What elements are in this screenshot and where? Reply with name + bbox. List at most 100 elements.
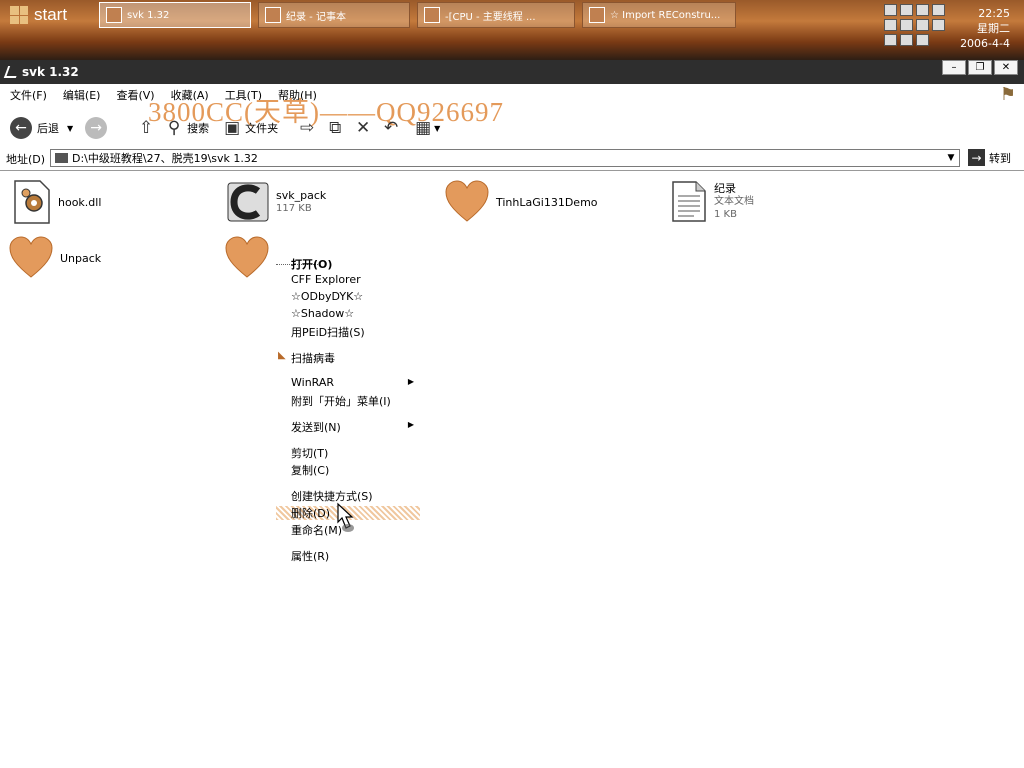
tray-globe-icon[interactable] <box>900 34 913 46</box>
tray-app-icon[interactable] <box>916 19 929 31</box>
file-name: svk_pack <box>276 189 327 202</box>
explorer-window-icon <box>106 7 122 23</box>
menu-copy[interactable]: 复制(C) <box>291 462 329 478</box>
tray-clock-icon[interactable] <box>916 34 929 46</box>
tray-speaker-icon[interactable] <box>932 4 945 16</box>
menu-peid-scan[interactable]: 用PEiD扫描(S) <box>291 324 365 340</box>
move-to-icon: ⇨ <box>300 118 315 138</box>
menu-cut[interactable]: 剪切(T) <box>291 445 328 461</box>
forward-arrow-icon: → <box>85 117 108 139</box>
undo-button[interactable]: ↶ <box>380 117 402 139</box>
delete-x-icon: ✕ <box>356 118 371 138</box>
taskbar-item-svk[interactable]: svk 1.32 <box>99 2 251 28</box>
clock-date: 2006-4-4 <box>960 37 1010 50</box>
tray-monitor-icon[interactable] <box>916 4 929 16</box>
file-item-tinhlagi[interactable]: TinhLaGi131Demo <box>444 179 598 225</box>
submenu-arrow-icon: ▶ <box>407 420 414 429</box>
go-button[interactable]: → 转到 <box>968 149 1011 166</box>
views-button[interactable]: ▦ ▼ <box>412 117 440 139</box>
system-tray: 22:25 星期二 2006-4-4 <box>884 0 1024 60</box>
menu-delete[interactable]: 删除(D) <box>291 505 330 521</box>
hand-cursor-icon <box>337 502 354 532</box>
menu-shadow[interactable]: ☆Shadow☆ <box>291 307 354 320</box>
chevron-down-icon: ▼ <box>434 123 441 133</box>
heart-icon <box>445 180 489 222</box>
start-label: start <box>34 5 68 24</box>
folders-icon: ▣ <box>224 118 241 138</box>
start-button[interactable]: start <box>0 0 92 30</box>
text-document-icon <box>672 181 706 222</box>
menu-scan-virus[interactable]: 扫描病毒 <box>291 350 335 366</box>
menu-odbydyk[interactable]: ☆ODbyDYK☆ <box>291 290 363 303</box>
go-label: 转到 <box>989 151 1011 165</box>
taskbar-item-notepad[interactable]: 纪录 - 记事本 <box>258 2 410 28</box>
tray-icons <box>884 4 946 46</box>
clock[interactable]: 22:25 星期二 2006-4-4 <box>960 6 1010 51</box>
menu-properties[interactable]: 属性(R) <box>291 548 329 564</box>
window-controls: – ❐ ✕ <box>942 60 1018 75</box>
menu-send-to[interactable]: 发送到(N) <box>291 419 341 435</box>
move-to-button[interactable]: ⇨ <box>296 117 318 139</box>
forward-button[interactable]: → <box>85 117 108 139</box>
file-item-notes[interactable]: 纪录 文本文档 1 KB <box>670 179 754 223</box>
file-size: 1 KB <box>714 208 737 220</box>
delete-button[interactable]: ✕ <box>352 117 374 139</box>
file-item-hook-dll[interactable]: hook.dll <box>12 179 101 225</box>
file-item-svk-pack[interactable]: svk_pack 117 KB <box>226 181 326 223</box>
tray-shield-icon[interactable] <box>900 4 913 16</box>
task-label: -[CPU - 主要线程 ... <box>445 11 536 23</box>
copy-to-button[interactable]: ⧉ <box>324 117 346 139</box>
importrec-icon <box>589 7 605 23</box>
file-type: 文本文档 <box>714 195 754 207</box>
menu-edit[interactable]: 编辑(E) <box>63 87 101 103</box>
menu-cff-explorer[interactable]: CFF Explorer <box>291 273 361 286</box>
dll-gear-icon <box>14 180 50 224</box>
clock-time: 22:25 <box>978 7 1010 20</box>
close-button[interactable]: ✕ <box>994 60 1018 75</box>
tray-keyboard-icon[interactable] <box>884 19 897 31</box>
toolbar: ← 后退 ▼ → ⇧ ⚲ 搜索 ▣ 文件夹 ⇨ ⧉ ✕ ↶ ▦ ▼ <box>0 110 1024 146</box>
search-label: 搜索 <box>187 122 210 135</box>
windows-flag-icon: ⚑ <box>999 84 1016 105</box>
folders-label: 文件夹 <box>245 122 279 135</box>
taskbar-item-importrec[interactable]: ☆ Import REConstru... <box>582 2 736 28</box>
tray-star-icon[interactable] <box>932 19 945 31</box>
address-label: 地址(D) <box>6 153 46 166</box>
windows-logo-icon <box>10 6 28 24</box>
tray-tool-icon[interactable] <box>884 34 897 46</box>
file-name: Unpack <box>60 251 102 265</box>
chevron-down-icon[interactable]: ▼ <box>67 124 73 133</box>
menu-open[interactable]: 打开(O) <box>291 256 332 272</box>
debugger-icon <box>424 7 440 23</box>
menu-file[interactable]: 文件(F) <box>10 87 47 103</box>
heart-icon <box>225 236 269 278</box>
taskbar-item-debugger[interactable]: -[CPU - 主要线程 ... <box>417 2 575 28</box>
go-arrow-icon: → <box>968 149 985 166</box>
back-label: 后退 <box>37 122 59 135</box>
minimize-button[interactable]: – <box>942 60 966 75</box>
chevron-down-icon[interactable]: ▼ <box>944 151 958 165</box>
maximize-button[interactable]: ❐ <box>968 60 992 75</box>
search-button[interactable]: ⚲ 搜索 <box>163 117 209 139</box>
window-icon <box>3 66 21 78</box>
submenu-arrow-icon: ▶ <box>407 377 414 386</box>
back-button[interactable]: ← 后退 ▼ <box>10 117 73 139</box>
task-label: svk 1.32 <box>127 9 170 21</box>
up-folder-button[interactable]: ⇧ <box>135 117 157 139</box>
task-label: ☆ Import REConstru... <box>610 9 721 21</box>
file-item-unpack[interactable]: Unpack <box>8 235 101 281</box>
folder-icon <box>55 153 68 163</box>
tray-play-icon[interactable] <box>900 19 913 31</box>
address-input[interactable]: D:\中级班教程\27、脱壳19\svk 1.32 ▼ <box>50 149 960 167</box>
heart-icon <box>9 236 53 278</box>
window-titlebar[interactable]: svk 1.32 – ❐ ✕ <box>0 60 1024 84</box>
menu-winrar[interactable]: WinRAR <box>291 376 334 389</box>
menu-create-shortcut[interactable]: 创建快捷方式(S) <box>291 488 373 504</box>
antivirus-icon: ◣ <box>278 350 286 361</box>
menu-pin-start[interactable]: 附到「开始」菜单(I) <box>291 393 391 409</box>
tray-network-icon[interactable] <box>884 4 897 16</box>
exe-c-icon <box>227 182 269 222</box>
copy-to-icon: ⧉ <box>329 118 342 138</box>
undo-icon: ↶ <box>384 118 399 138</box>
folders-button[interactable]: ▣ 文件夹 <box>221 117 278 139</box>
